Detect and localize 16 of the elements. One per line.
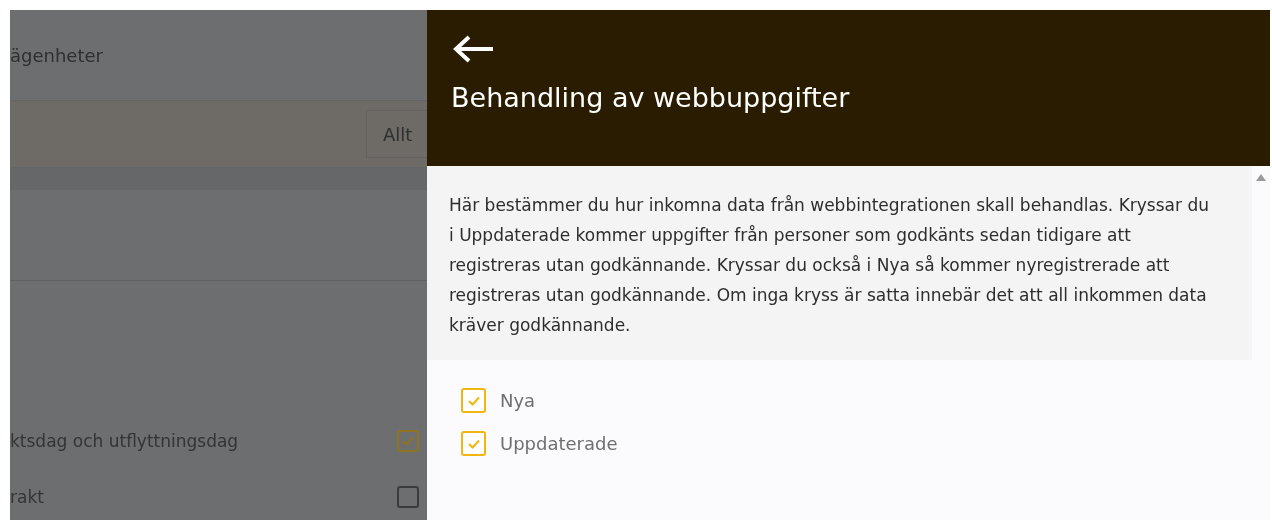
checkbox[interactable]	[397, 486, 419, 508]
option-checkbox[interactable]: Nya	[461, 388, 1218, 413]
checkmark-icon	[466, 394, 481, 407]
checkbox[interactable]	[461, 388, 486, 413]
page-title: ägenheter	[10, 44, 103, 66]
option-checkbox[interactable]: Uppdaterade	[461, 431, 1218, 456]
checkmark-icon	[466, 437, 481, 450]
setting-label: rakt	[10, 487, 44, 507]
checkbox[interactable]	[397, 430, 419, 452]
description-text: Här bestämmer du hur inkomna data från webbintegrationen skall behandlas. Kryssar du i Uppdaterade kommer uppgifter från personer som godkänts sedan tidigare att registreras utan godkännande. Kryssar du också i Nya så kommer nyregistrerade att registreras utan godkännande. Om inga kryss är satta innebär det att all inkommen data kräver godkännande.	[449, 194, 1209, 337]
checkbox[interactable]	[461, 431, 486, 456]
setting-label: ktsdag och utflyttningsdag	[10, 431, 239, 451]
panel-title: Behandling av webbuppgifter	[451, 82, 851, 113]
back-button[interactable]	[451, 34, 495, 64]
scroll-up-icon[interactable]	[1256, 174, 1266, 181]
checkmark-icon	[401, 435, 415, 447]
